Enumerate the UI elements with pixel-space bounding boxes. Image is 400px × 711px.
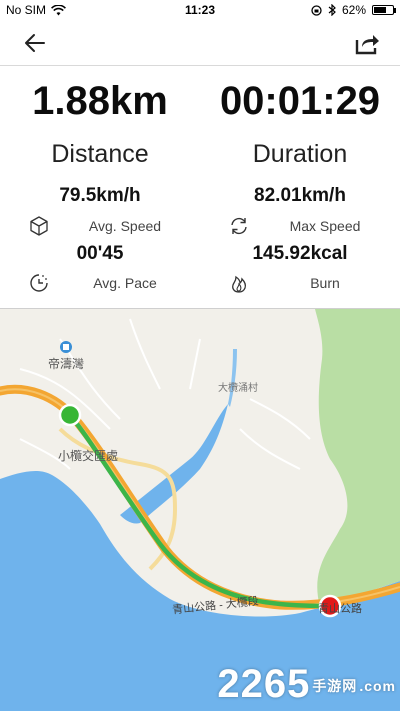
distance-label: Distance <box>51 140 149 168</box>
watermark-number: 2265 <box>217 662 311 706</box>
map-label-village: 大欖涌村 <box>218 383 258 394</box>
top-nav-bar <box>0 20 400 66</box>
avg-speed-row: Avg. Speed <box>0 215 200 239</box>
arrow-left-icon[interactable] <box>22 30 48 56</box>
site-watermark: 2265 手游网 .com <box>217 662 396 707</box>
avg-pace-value: 00'45 <box>76 243 124 264</box>
share-export-icon[interactable] <box>354 30 380 56</box>
burn-row: Burn <box>200 272 400 296</box>
duration-label: Duration <box>252 140 348 168</box>
clock-icon <box>30 274 48 292</box>
avg-pace-row: Avg. Pace <box>0 272 200 296</box>
watermark-site: 手游网 <box>312 678 358 695</box>
burn-label: Burn <box>310 275 340 291</box>
workout-stats-panel: 1.88km 00:01:29 Distance Duration 79.5km… <box>0 67 400 307</box>
avg-speed-value: 79.5km/h <box>59 185 141 206</box>
duration-value: 00:01:29 <box>219 79 381 123</box>
map-label-interchange: 小欖交匯處 <box>58 449 119 463</box>
max-speed-label: Max Speed <box>289 218 361 234</box>
route-map[interactable]: 帝濤灣 大欖涌村 小欖交匯處 青山公路 - 大欖段 青山公路 2265 手游网 .c… <box>0 308 400 711</box>
refresh-cycle-icon <box>231 217 247 235</box>
status-bar: No SIM 11:23 62% <box>0 0 400 20</box>
max-speed-value: 82.01km/h <box>254 185 346 206</box>
map-label-poi-1: 帝濤灣 <box>48 357 85 371</box>
flame-icon <box>232 275 247 293</box>
bluetooth-icon <box>328 4 336 16</box>
battery-percent: 62% <box>341 3 366 17</box>
map-label-road-end: 青山公路 <box>318 603 362 615</box>
avg-speed-label: Avg. Speed <box>88 218 162 234</box>
cube-icon <box>30 216 48 236</box>
max-speed-row: Max Speed <box>200 215 400 239</box>
avg-pace-label: Avg. Pace <box>93 275 157 291</box>
start-marker <box>58 403 82 427</box>
watermark-domain: .com <box>359 678 396 695</box>
rotation-lock-icon <box>311 4 322 16</box>
distance-value: 1.88km <box>32 79 168 123</box>
burn-value: 145.92kcal <box>252 243 348 264</box>
battery-icon <box>372 5 396 15</box>
